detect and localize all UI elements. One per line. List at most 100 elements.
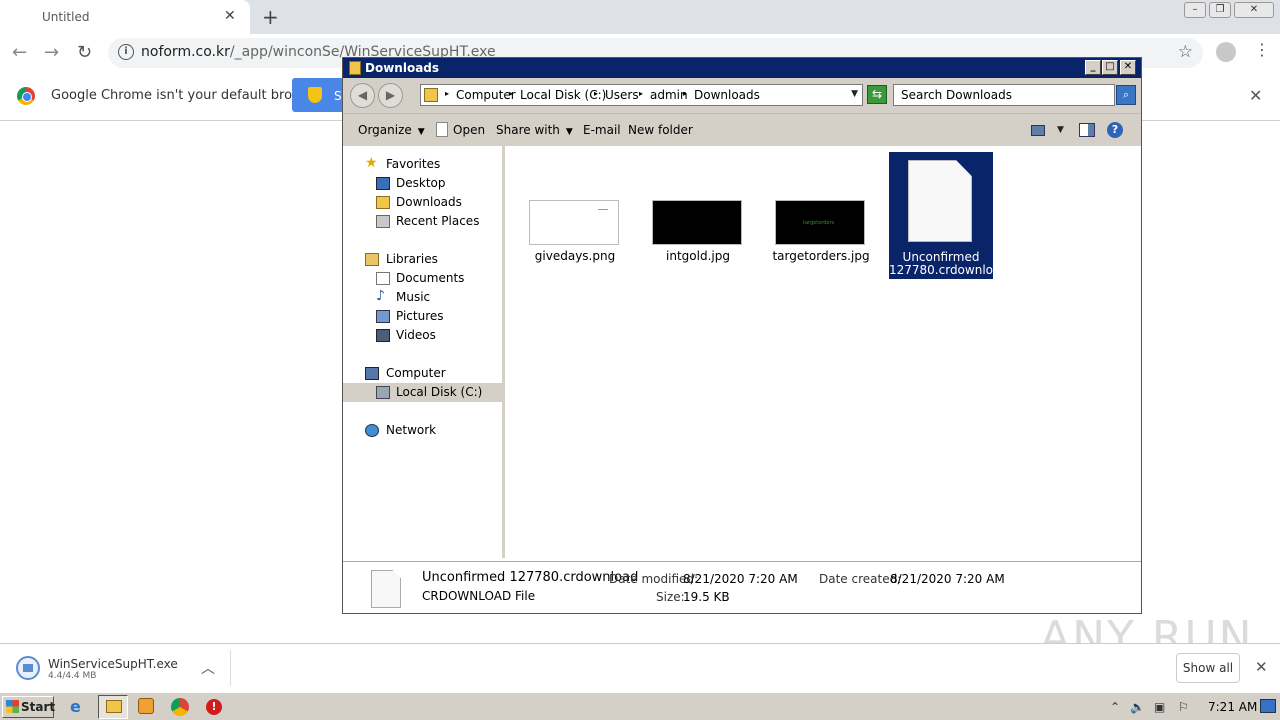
taskbar-explorer-button[interactable]: [98, 695, 128, 719]
nav-pictures[interactable]: Pictures: [343, 307, 502, 326]
nav-computer[interactable]: Computer: [343, 364, 502, 383]
nav-downloads[interactable]: Downloads: [343, 193, 502, 212]
documents-icon: [376, 272, 390, 285]
chrome-logo-icon: [17, 87, 35, 105]
breadcrumb-separator-icon[interactable]: ▸: [509, 89, 513, 98]
nav-music[interactable]: ♪ Music: [343, 288, 502, 307]
nav-favorites[interactable]: ★ Favorites: [343, 155, 502, 174]
close-icon[interactable]: ✕: [1120, 60, 1136, 75]
nav-libraries-label: Libraries: [386, 252, 438, 266]
open-button[interactable]: Open: [453, 123, 485, 137]
thumbnail-text: targetorders: [803, 220, 835, 226]
nav-videos[interactable]: Videos: [343, 326, 502, 345]
organize-button[interactable]: Organize ▼: [358, 123, 425, 137]
download-filename[interactable]: WinServiceSupHT.exe: [48, 657, 178, 671]
share-with-button[interactable]: Share with ▼: [496, 123, 573, 137]
start-button[interactable]: Start: [2, 696, 55, 718]
chevron-down-icon[interactable]: ▼: [1057, 125, 1064, 135]
forward-icon[interactable]: →: [44, 42, 59, 63]
show-hidden-icons-icon[interactable]: ⌃: [1110, 700, 1120, 714]
folder-icon: [106, 700, 122, 713]
forward-icon[interactable]: ▶: [378, 83, 403, 108]
file-item[interactable]: intgold.jpg: [646, 152, 750, 278]
minimize-icon[interactable]: _: [1085, 60, 1101, 75]
alert-icon[interactable]: !: [206, 699, 222, 715]
blank-file-icon: [908, 160, 972, 242]
breadcrumb-computer[interactable]: Computer: [456, 88, 516, 102]
file-item[interactable]: givedays.png: [523, 152, 627, 278]
breadcrumb-separator-icon[interactable]: ▸: [683, 89, 687, 98]
file-name: intgold.jpg: [666, 249, 730, 263]
image-thumbnail: [652, 200, 742, 245]
file-list: givedays.png intgold.jpg targetorders ta…: [508, 146, 1141, 558]
nav-desktop[interactable]: Desktop: [343, 174, 502, 193]
chrome-taskbar-icon[interactable]: [171, 698, 189, 716]
nav-local-disk[interactable]: Local Disk (C:): [343, 383, 502, 402]
breadcrumb-separator-icon[interactable]: ▸: [445, 89, 449, 98]
network-tray-icon[interactable]: ▣: [1154, 700, 1165, 714]
nav-documents[interactable]: Documents: [343, 269, 502, 288]
new-tab-icon[interactable]: +: [262, 5, 279, 29]
refresh-icon[interactable]: ⇆: [867, 85, 887, 104]
nav-recent-places-label: Recent Places: [396, 214, 480, 228]
maximize-icon[interactable]: □: [1102, 60, 1118, 75]
star-icon: ★: [365, 155, 378, 171]
tab-title: Untitled: [42, 10, 90, 24]
profile-avatar-icon[interactable]: [1216, 42, 1236, 62]
clock[interactable]: 7:21 AM: [1208, 700, 1257, 714]
network-icon: [365, 424, 379, 437]
media-player-icon[interactable]: [138, 698, 154, 714]
search-input[interactable]: Search Downloads: [893, 84, 1115, 106]
details-size-value: 19.5 KB: [683, 590, 730, 604]
libraries-icon: [365, 253, 379, 266]
search-icon[interactable]: ⌕: [1116, 85, 1136, 105]
exe-file-icon: [16, 656, 40, 680]
ie-icon[interactable]: e: [70, 697, 90, 717]
nav-recent-places[interactable]: Recent Places: [343, 212, 502, 231]
help-icon[interactable]: ?: [1107, 122, 1123, 138]
chevron-up-icon[interactable]: ︿: [201, 658, 215, 678]
show-all-button[interactable]: Show all: [1176, 653, 1240, 683]
file-name: Unconfirmed 127780.crdownload: [889, 251, 1008, 277]
file-item[interactable]: targetorders targetorders.jpg: [769, 152, 873, 278]
file-item-selected[interactable]: Unconfirmed 127780.crdownload: [889, 152, 1008, 279]
breadcrumb-separator-icon[interactable]: ▸: [639, 89, 643, 98]
action-center-flag-icon[interactable]: ⚐: [1178, 700, 1189, 714]
volume-icon[interactable]: 🔈: [1130, 700, 1145, 714]
breadcrumb-users[interactable]: Users: [605, 88, 639, 102]
breadcrumb-admin[interactable]: admin: [650, 88, 688, 102]
breadcrumb-separator-icon[interactable]: ▸: [594, 89, 598, 98]
shelf-close-icon[interactable]: ✕: [1255, 658, 1268, 676]
image-thumbnail: targetorders: [775, 200, 865, 245]
preview-pane-icon[interactable]: [1079, 123, 1095, 137]
chrome-menu-icon[interactable]: ⋮: [1254, 40, 1270, 59]
desktop-icon: [376, 177, 390, 190]
infobar-close-icon[interactable]: ✕: [1249, 86, 1262, 105]
change-view-icon[interactable]: [1031, 125, 1045, 136]
chevron-down-icon[interactable]: ▼: [851, 89, 858, 99]
back-icon[interactable]: ←: [12, 42, 27, 63]
downloads-folder-icon: [376, 196, 390, 209]
site-info-icon[interactable]: i: [118, 44, 134, 60]
image-thumbnail: [529, 200, 619, 245]
tab-untitled[interactable]: Untitled ✕: [0, 0, 250, 34]
minimize-icon[interactable]: –: [1184, 2, 1206, 18]
back-icon[interactable]: ◀: [350, 83, 375, 108]
reload-icon[interactable]: ↻: [77, 42, 92, 63]
explorer-window: Downloads _ □ ✕ ◀ ▶ ▸ Computer ▸ Local D…: [342, 57, 1142, 614]
restore-icon[interactable]: ❐: [1209, 2, 1231, 18]
nav-libraries[interactable]: Libraries: [343, 250, 502, 269]
details-filename: Unconfirmed 127780.crdownload: [422, 570, 639, 585]
close-window-icon[interactable]: ✕: [1234, 2, 1274, 18]
nav-network[interactable]: Network: [343, 421, 502, 440]
breadcrumb[interactable]: ▸ Computer ▸ Local Disk (C:) ▸ Users ▸ a…: [420, 84, 863, 106]
details-created-value: 8/21/2020 7:20 AM: [890, 572, 1005, 586]
tab-close-icon[interactable]: ✕: [224, 8, 236, 24]
email-button[interactable]: E-mail: [583, 123, 621, 137]
thumbnail-mark: [598, 209, 608, 210]
breadcrumb-downloads[interactable]: Downloads: [694, 88, 760, 102]
bookmark-star-icon[interactable]: ☆: [1178, 42, 1193, 62]
explorer-titlebar[interactable]: Downloads _ □ ✕: [343, 58, 1141, 78]
show-desktop-icon[interactable]: [1260, 699, 1276, 713]
new-folder-button[interactable]: New folder: [628, 123, 693, 137]
